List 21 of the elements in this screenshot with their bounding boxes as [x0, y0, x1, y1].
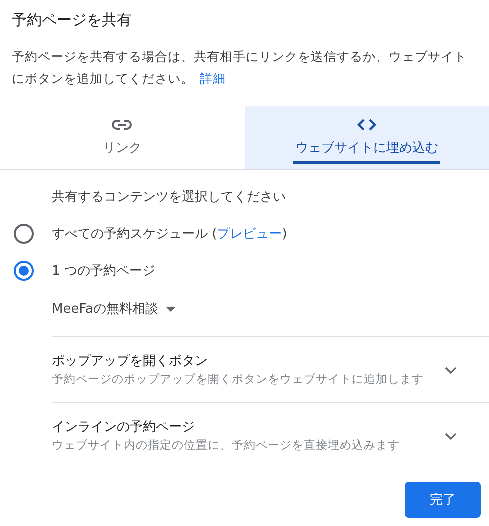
section-title: ポップアップを開くボタン: [52, 353, 209, 371]
done-button[interactable]: 完了: [405, 482, 481, 518]
page-dropdown[interactable]: MeeFaの無料相談: [52, 300, 176, 318]
expandable-section[interactable]: ポップアップを開くボタン 予約ページのポップアップを開くボタンをウェブサイトに追加します: [52, 336, 489, 402]
section-label: 共有するコンテンツを選択してください: [52, 189, 287, 207]
radio-button[interactable]: [14, 261, 34, 281]
dialog-title: 予約ページを共有: [11, 10, 133, 30]
section-title: インラインの予約ページ: [52, 419, 196, 437]
radio-button[interactable]: [14, 224, 34, 244]
dropdown-icon: [166, 306, 176, 312]
link-icon: [112, 118, 132, 130]
section-description: ウェブサイト内の指定の位置に、予約ページを直接埋め込みます: [52, 437, 401, 454]
option-label: すべての予約スケジュール (プレビュー): [52, 226, 288, 243]
option-label: 1 つの予約ページ: [52, 263, 156, 280]
code-icon: [356, 118, 377, 130]
description-text: 予約ページを共有する場合は、共有相手にリンクを送信するか、ウェブサイトにボタンを追加してください。 詳細: [12, 48, 468, 88]
details-link[interactable]: 詳細: [200, 71, 226, 86]
section-description: 予約ページのポップアップを開くボタンをウェブサイトに追加します: [52, 371, 425, 388]
preview-link[interactable]: プレビュー: [217, 227, 282, 242]
tab[interactable]: ウェブサイトに埋め込む: [244, 106, 489, 169]
expandable-section[interactable]: インラインの予約ページ ウェブサイト内の指定の位置に、予約ページを直接埋め込みます: [52, 402, 489, 468]
